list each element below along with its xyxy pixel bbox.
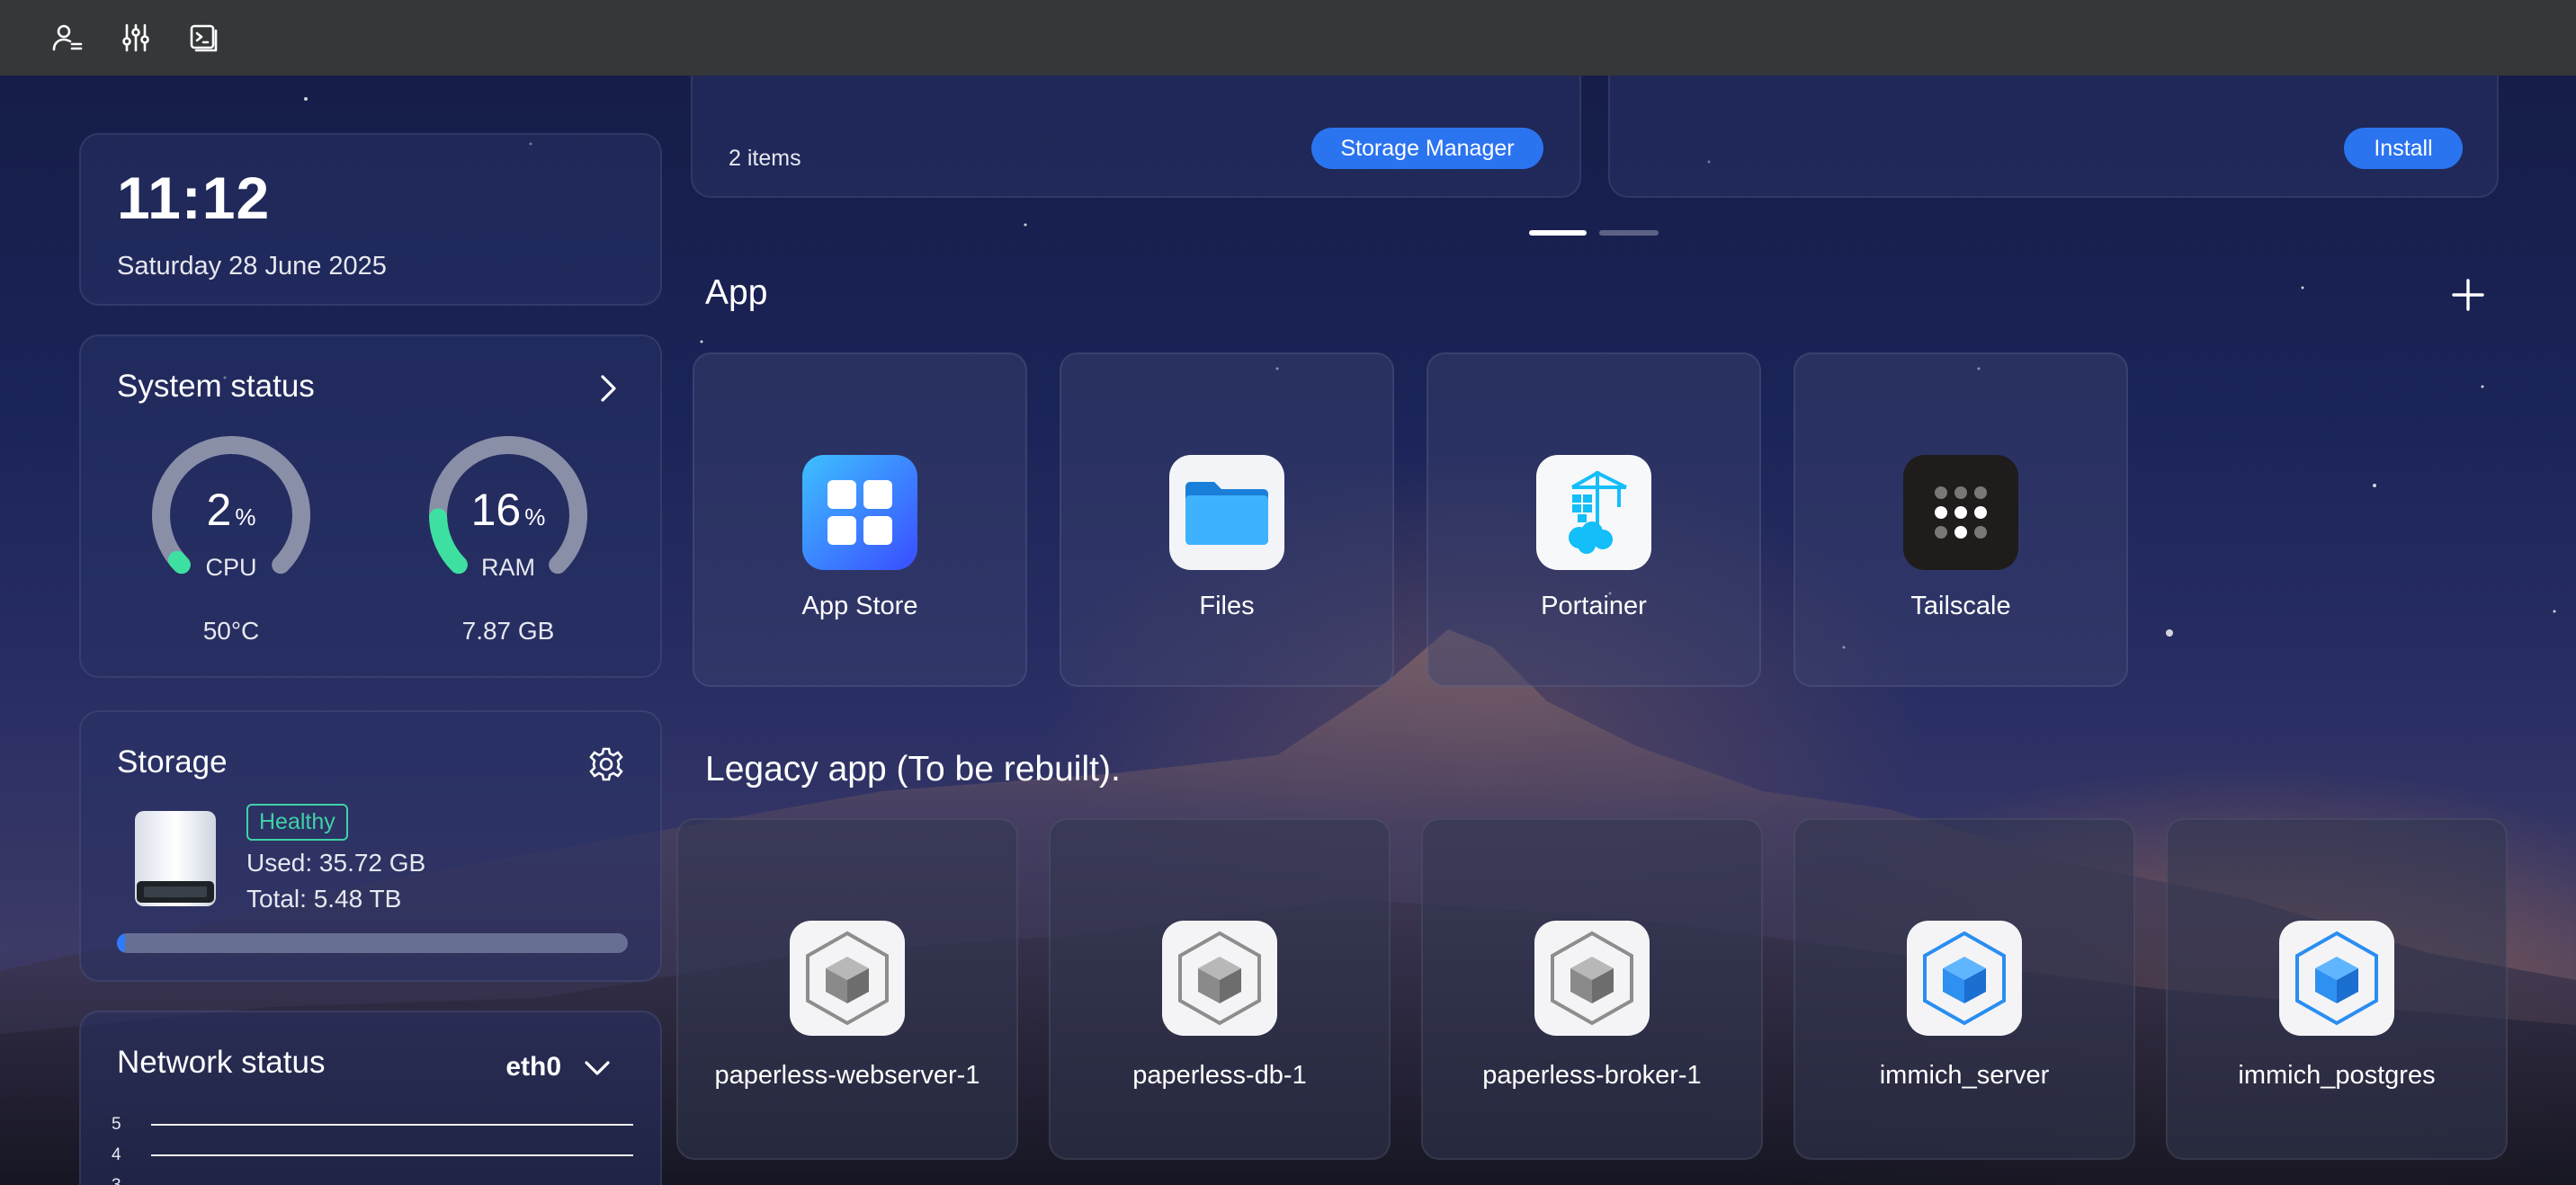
portainer-icon bbox=[1536, 455, 1651, 570]
system-status-title: System status bbox=[117, 369, 315, 404]
app-label: Tailscale bbox=[1910, 592, 2011, 620]
cpu-temperature: 50°C bbox=[202, 617, 260, 645]
user-list-icon[interactable] bbox=[50, 21, 85, 55]
app-tile-app-store[interactable]: App Store bbox=[693, 352, 1027, 687]
app-tile-portainer[interactable]: Portainer bbox=[1427, 352, 1761, 687]
clock-widget: 11:12 Saturday 28 June 2025 bbox=[79, 133, 662, 306]
storage-usage-bar bbox=[117, 933, 628, 953]
cpu-value: 2% bbox=[206, 485, 256, 535]
app-label: Files bbox=[1199, 592, 1255, 620]
tailscale-icon bbox=[1903, 455, 2018, 570]
network-chart-gridline: 4 bbox=[112, 1145, 633, 1164]
legacy-tile-paperless-broker[interactable]: paperless-broker-1 bbox=[1421, 818, 1763, 1160]
app-tile-files[interactable]: Files bbox=[1060, 352, 1394, 687]
ram-amount: 7.87 GB bbox=[461, 617, 555, 645]
install-button[interactable]: Install bbox=[2344, 128, 2463, 169]
storage-usage-fill bbox=[117, 933, 126, 953]
legacy-tile-immich-server[interactable]: immich_server bbox=[1793, 818, 2135, 1160]
network-interface-label: eth0 bbox=[505, 1052, 561, 1082]
legacy-tile-immich-postgres[interactable]: immich_postgres bbox=[2166, 818, 2508, 1160]
grey-cube-icon bbox=[1162, 921, 1277, 1036]
network-status-widget: Network status eth0 5 4 3 bbox=[79, 1011, 662, 1185]
app-tile-tailscale[interactable]: Tailscale bbox=[1793, 352, 2128, 687]
install-card: Install bbox=[1608, 54, 2499, 198]
network-chart-gridline: 3 bbox=[112, 1176, 633, 1185]
legacy-app-label: paperless-db-1 bbox=[1132, 1061, 1307, 1090]
storage-health-badge: Healthy bbox=[246, 804, 348, 841]
ram-value: 16% bbox=[470, 485, 546, 535]
terminal-icon[interactable] bbox=[187, 21, 221, 55]
chevron-right-icon[interactable] bbox=[592, 372, 624, 405]
app-section-title: App bbox=[705, 273, 768, 312]
chevron-down-icon[interactable] bbox=[581, 1052, 613, 1084]
clock-date: Saturday 28 June 2025 bbox=[117, 252, 387, 281]
ram-label: RAM bbox=[481, 554, 535, 581]
legacy-app-label: immich_server bbox=[1879, 1061, 2050, 1090]
add-app-button[interactable] bbox=[2448, 275, 2488, 315]
storage-manager-card: 2 items Storage Manager bbox=[691, 54, 1581, 198]
blue-cube-icon bbox=[2279, 921, 2394, 1036]
hard-drive-icon bbox=[131, 809, 219, 910]
folder-icon bbox=[1169, 455, 1284, 570]
carousel-dot-active[interactable] bbox=[1529, 230, 1587, 236]
legacy-section-title: Legacy app (To be rebuilt). bbox=[705, 750, 1121, 789]
legacy-tile-paperless-db[interactable]: paperless-db-1 bbox=[1049, 818, 1391, 1160]
blue-cube-icon bbox=[1907, 921, 2022, 1036]
clock-time: 11:12 bbox=[117, 165, 271, 231]
legacy-app-label: immich_postgres bbox=[2238, 1061, 2436, 1090]
app-label: App Store bbox=[801, 592, 918, 620]
legacy-app-label: paperless-webserver-1 bbox=[714, 1061, 980, 1090]
legacy-app-label: paperless-broker-1 bbox=[1482, 1061, 1702, 1090]
plus-icon bbox=[2452, 279, 2484, 311]
app-label: Portainer bbox=[1541, 592, 1647, 620]
grey-cube-icon bbox=[790, 921, 905, 1036]
sliders-icon[interactable] bbox=[119, 21, 153, 55]
grey-cube-icon bbox=[1534, 921, 1650, 1036]
items-count: 2 items bbox=[729, 146, 801, 171]
storage-total: Total: 5.48 TB bbox=[246, 885, 402, 913]
system-status-widget: System status 2% CPU 50°C 16% RAM 7.87 G… bbox=[79, 334, 662, 678]
carousel-dot[interactable] bbox=[1599, 230, 1659, 236]
storage-manager-button[interactable]: Storage Manager bbox=[1311, 128, 1543, 169]
app-store-icon bbox=[802, 455, 917, 570]
cpu-label: CPU bbox=[205, 554, 257, 581]
cpu-gauge: 2% CPU 50°C bbox=[146, 430, 317, 664]
network-chart-gridline: 5 bbox=[112, 1115, 633, 1134]
legacy-tile-paperless-webserver[interactable]: paperless-webserver-1 bbox=[676, 818, 1018, 1160]
top-bar bbox=[0, 0, 2576, 76]
ram-gauge: 16% RAM 7.87 GB bbox=[423, 430, 594, 664]
storage-widget: Storage Healthy Used: 35.72 GB Total: 5.… bbox=[79, 710, 662, 982]
storage-used: Used: 35.72 GB bbox=[246, 849, 426, 877]
gear-icon[interactable] bbox=[588, 746, 624, 782]
storage-title: Storage bbox=[117, 744, 228, 780]
